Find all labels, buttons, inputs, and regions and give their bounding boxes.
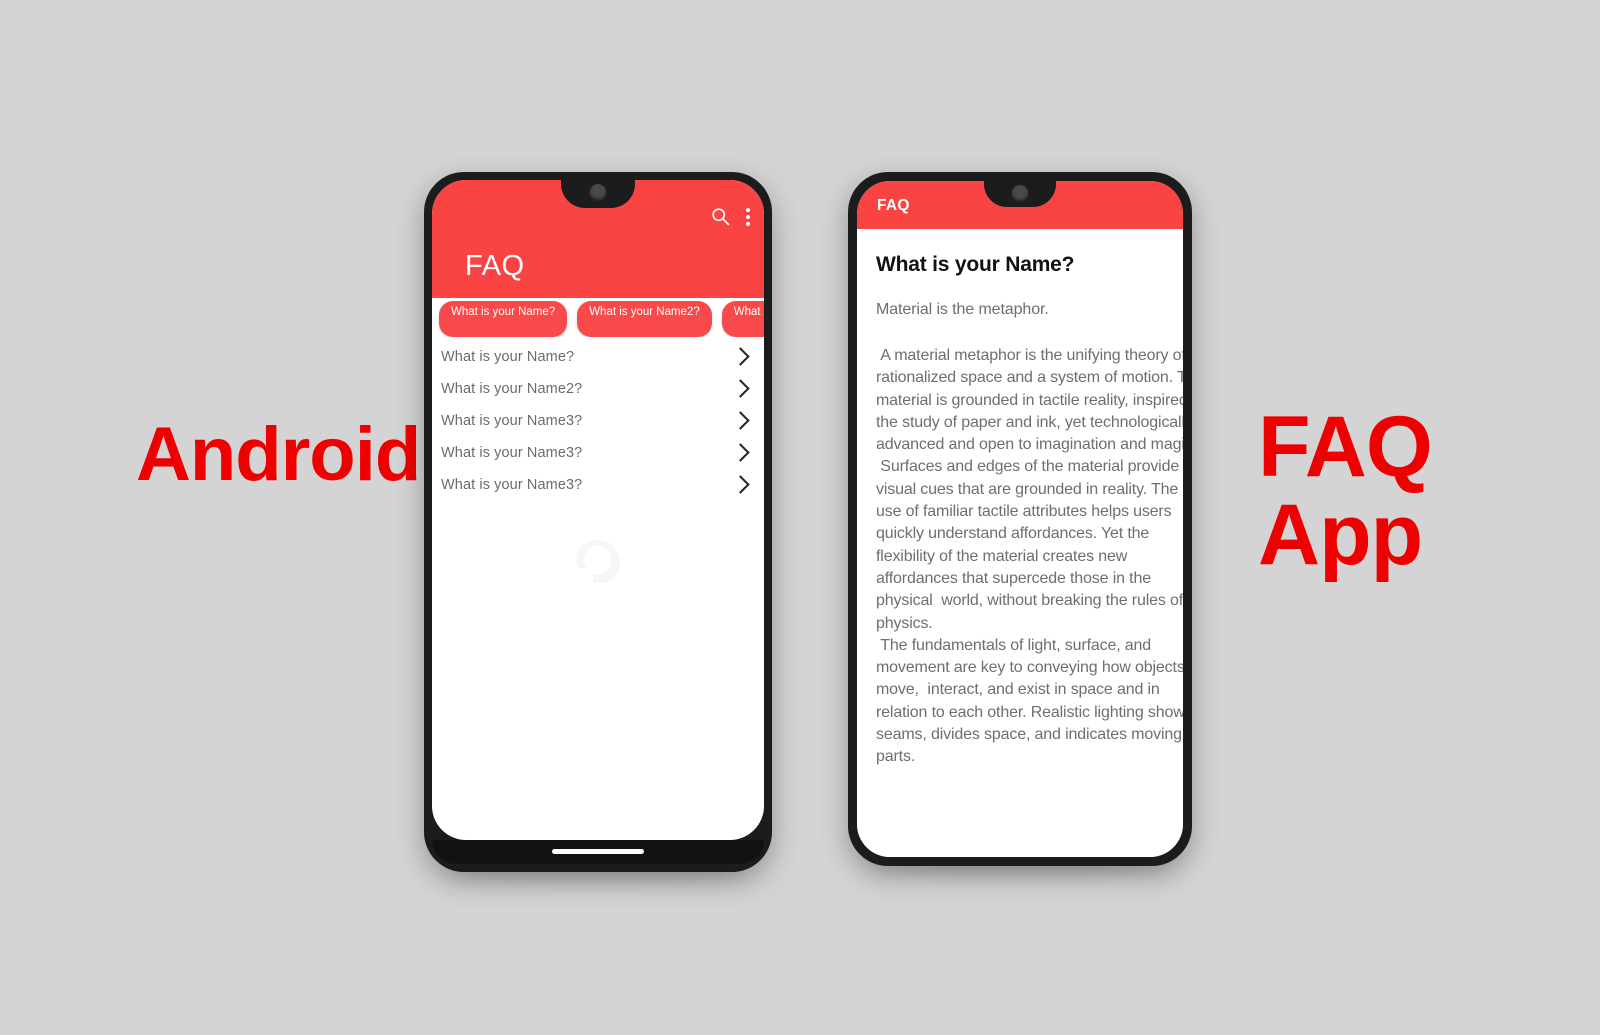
list-item[interactable]: What is your Name3? <box>432 405 764 437</box>
chevron-right-icon <box>731 410 750 430</box>
chevron-right-icon <box>731 474 750 494</box>
faq-detail-content: What is your Name? Material is the metap… <box>857 229 1183 857</box>
search-icon[interactable] <box>710 206 731 227</box>
faq-detail-title: What is your Name? <box>876 253 1075 276</box>
list-item[interactable]: What is your Name3? <box>432 437 764 469</box>
app-bar-title: FAQ <box>465 250 525 282</box>
list-item-label: What is your Name3? <box>441 413 583 429</box>
system-navigation-bar <box>432 840 764 864</box>
list-item[interactable]: What is your Name2? <box>432 373 764 405</box>
caption-faq-app-line1: FAQ <box>1258 399 1433 495</box>
phone-screen-list: FAQ What is your Name? What is your Name… <box>432 180 764 840</box>
chip-item[interactable]: What is your <box>721 301 764 337</box>
more-vertical-icon[interactable] <box>745 207 750 226</box>
list-item-label: What is your Name3? <box>441 477 583 493</box>
chevron-right-icon <box>731 346 750 366</box>
phone-device-list: FAQ What is your Name? What is your Name… <box>424 172 772 872</box>
faq-list: What is your Name? What is your Name2? W… <box>432 337 764 583</box>
caption-android: Android <box>136 412 421 497</box>
app-bar-actions <box>710 206 750 227</box>
app-bar: FAQ <box>432 180 764 298</box>
chevron-right-icon <box>731 442 750 462</box>
chip-item[interactable]: What is your Name? <box>439 301 568 337</box>
chip-item[interactable]: What is your Name2? <box>577 301 712 337</box>
faq-detail-body: A material metaphor is the unifying theo… <box>876 347 1183 766</box>
front-camera-icon <box>1011 185 1029 202</box>
caption-faq-app-line2: App <box>1258 486 1423 583</box>
app-bar-title: FAQ <box>877 197 910 214</box>
list-item-label: What is your Name? <box>441 349 575 365</box>
notch <box>984 181 1056 207</box>
app-bar-detail: FAQ <box>857 181 1183 229</box>
faq-detail-lead: Material is the metaphor. <box>876 301 1049 318</box>
chevron-right-icon <box>731 378 750 398</box>
phone-screen-detail: FAQ What is your Name? Material is the m… <box>857 181 1183 857</box>
list-item[interactable]: What is your Name3? <box>432 469 764 501</box>
chip-row[interactable]: What is your Name? What is your Name2? W… <box>432 298 764 337</box>
front-camera-icon <box>589 184 607 201</box>
caption-faq-app: FAQ App <box>1258 399 1433 583</box>
list-item[interactable]: What is your Name? <box>432 341 764 373</box>
phone-device-detail: FAQ What is your Name? Material is the m… <box>848 172 1192 866</box>
notch <box>561 180 635 208</box>
list-item-label: What is your Name2? <box>441 381 583 397</box>
app-logo-watermark <box>576 539 620 583</box>
list-item-label: What is your Name3? <box>441 445 583 461</box>
gesture-pill[interactable] <box>552 849 644 854</box>
